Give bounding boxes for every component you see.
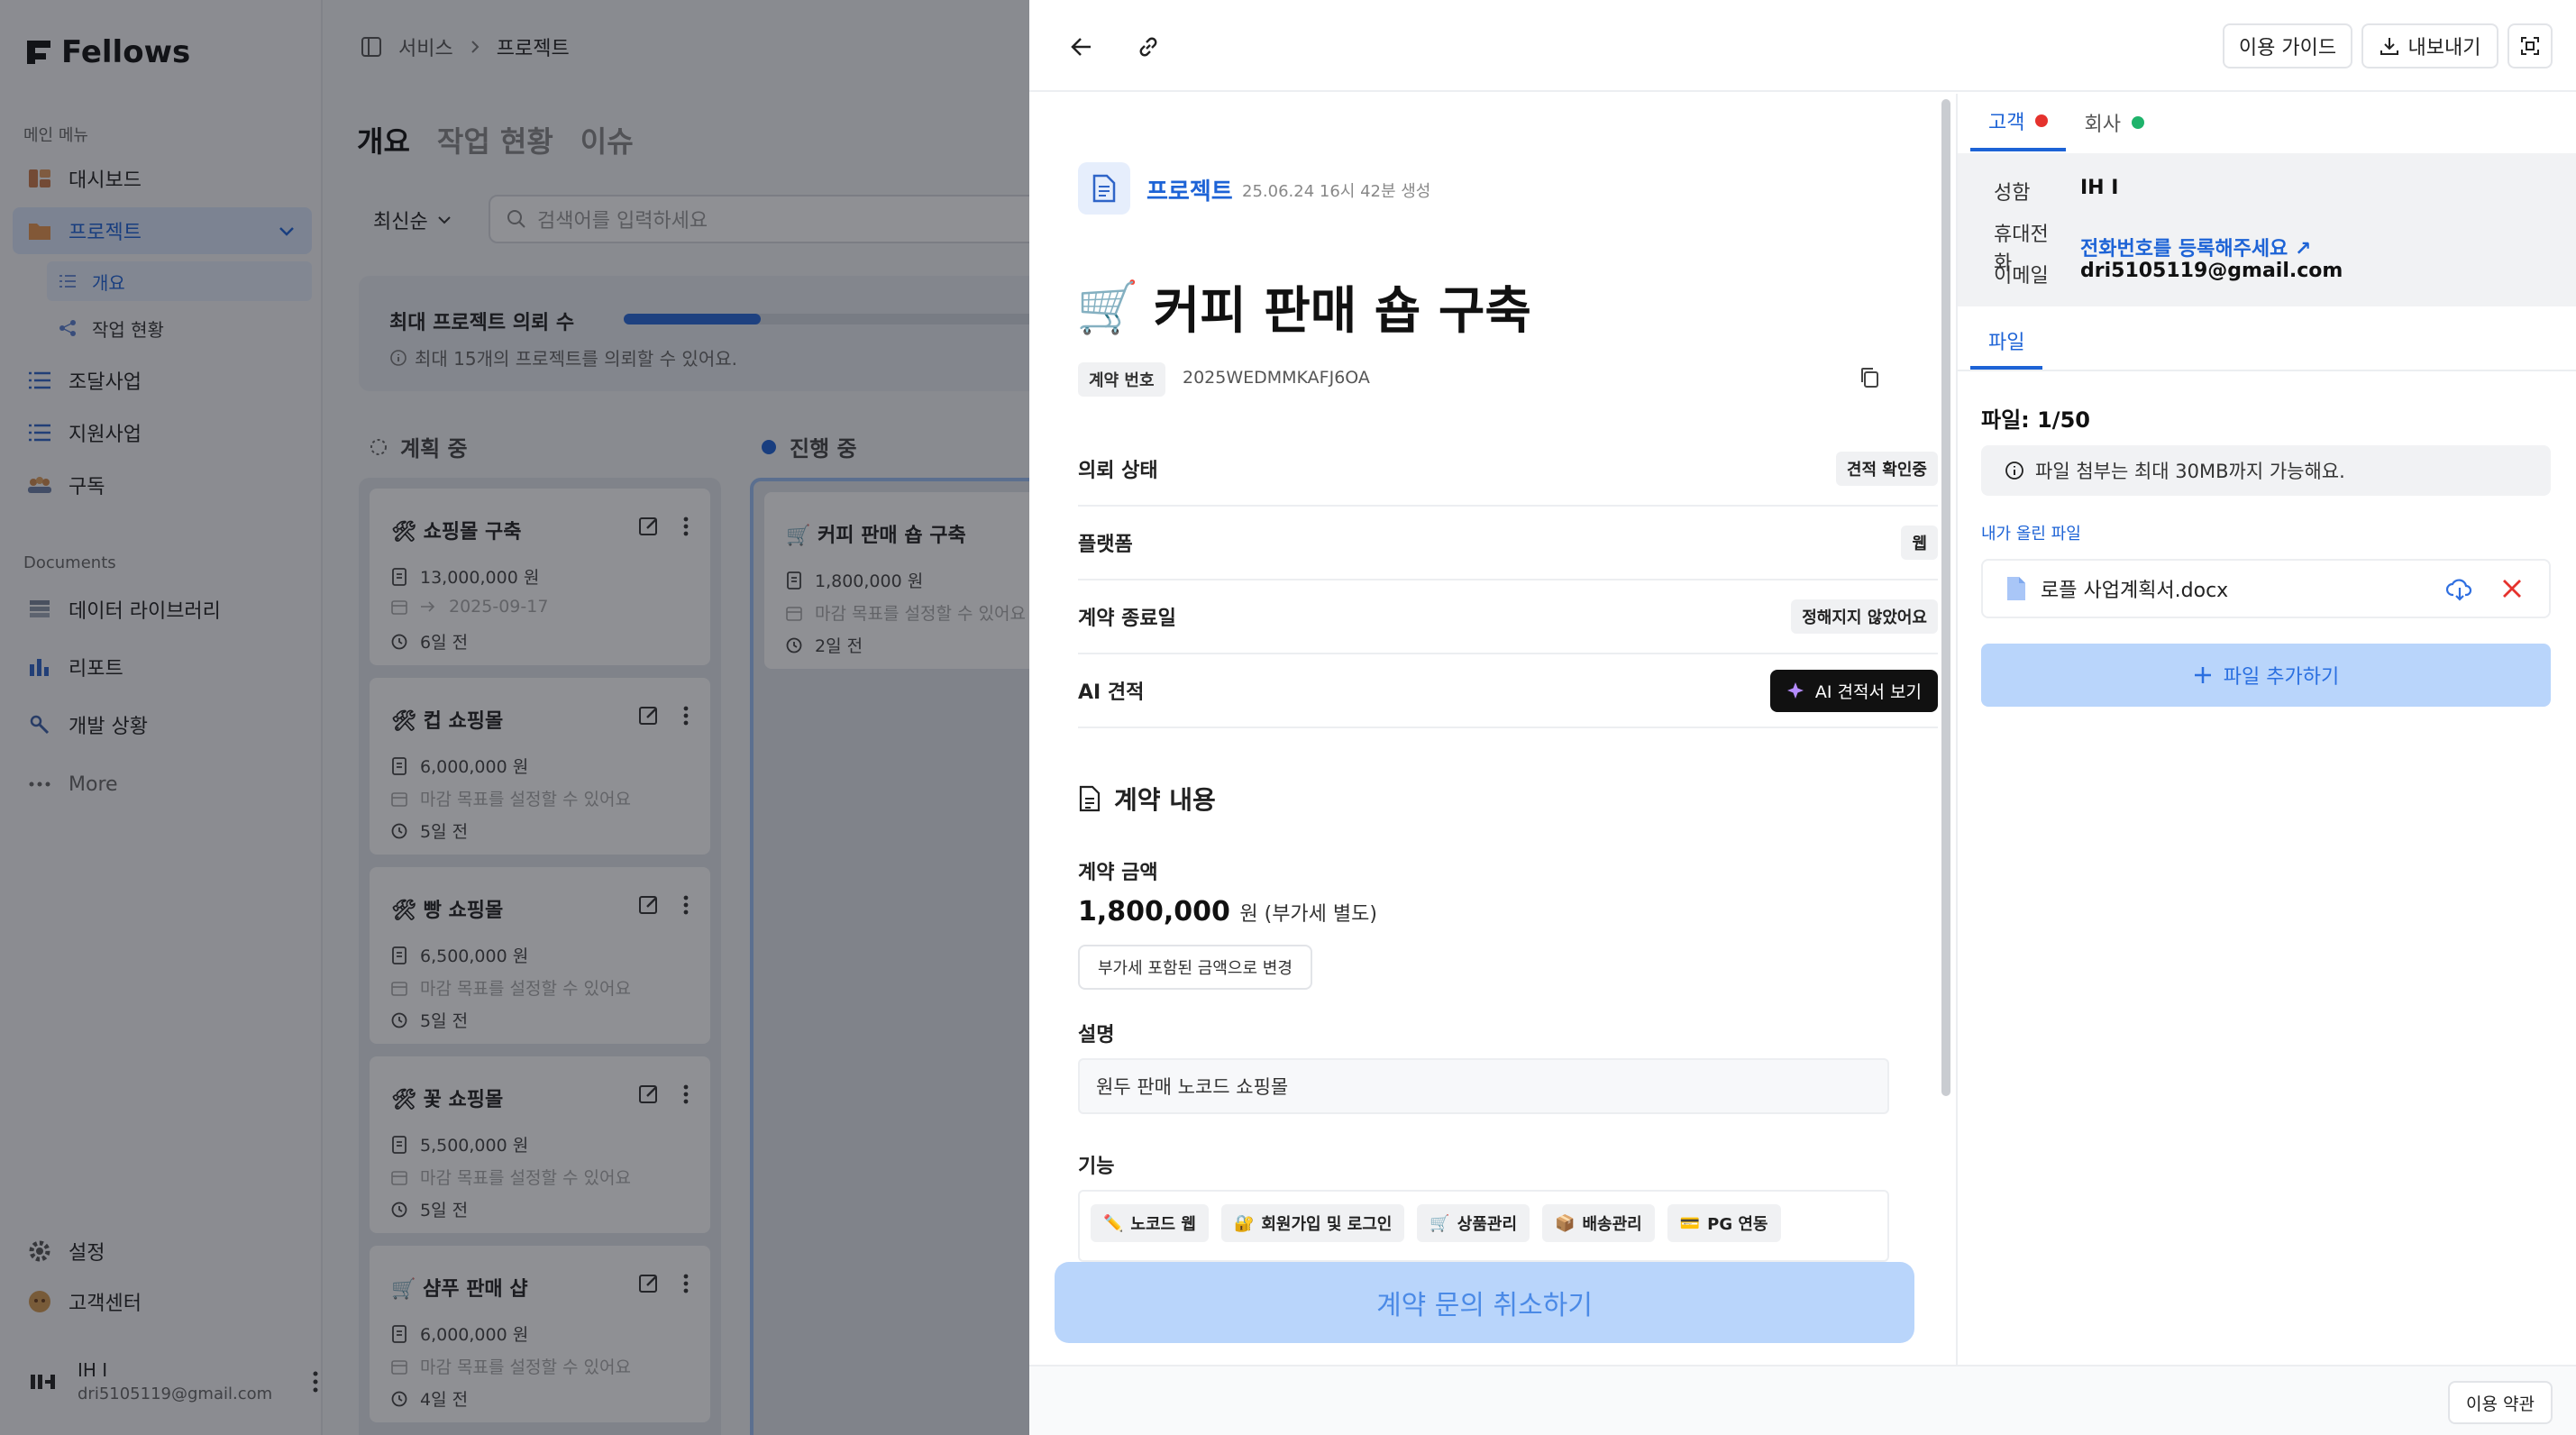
status-dot (2035, 114, 2049, 127)
platform-badge: 웹 (1901, 526, 1938, 560)
ai-estimate-button[interactable]: AI 견적서 보기 (1769, 669, 1938, 712)
property-row-ai-estimate: AI 견적 AI 견적서 보기 (1078, 654, 1938, 728)
project-detail-drawer: 이용 가이드 내보내기 프로젝트 25.06.24 16시 42분 생성 🛒 커… (1029, 0, 2576, 1435)
features-label: 기능 (1078, 1156, 1115, 1178)
amount-value: 1,800,000 (1078, 896, 1230, 928)
tab-files[interactable]: 파일 (1970, 315, 2043, 370)
add-file-button[interactable]: 파일 추가하기 (1981, 644, 2551, 707)
ai-estimate-label: AI 견적서 보기 (1814, 681, 1922, 702)
amount-unit: 원 (부가세 별도) (1239, 903, 1377, 926)
feature-label: PG 연동 (1707, 1215, 1768, 1234)
export-button[interactable]: 내보내기 (2361, 23, 2498, 69)
fullscreen-button[interactable] (2507, 23, 2553, 69)
feature-chip: ✏️ 노코드 웹 (1091, 1204, 1209, 1242)
feature-label: 노코드 웹 (1130, 1215, 1196, 1234)
tab-company[interactable]: 회사 (2066, 94, 2161, 151)
feature-icon: 📦 (1555, 1213, 1576, 1233)
amount-label: 계약 금액 (1078, 862, 1158, 884)
client-name: IH I (2080, 177, 2119, 199)
feature-icon: 🛒 (1430, 1213, 1450, 1233)
client-email: dri5105119@gmail.com (2080, 260, 2343, 282)
property-key: 플랫폼 (1078, 534, 1133, 556)
features-list: ✏️ 노코드 웹 🔐 회원가입 및 로그인 🛒 상품관리 📦 배송관리 💳 PG 연동 (1078, 1190, 1889, 1262)
project-detail-panel: 프로젝트 25.06.24 16시 42분 생성 🛒 커피 판매 숍 구축 계약… (1029, 94, 1940, 1365)
close-icon[interactable] (2500, 577, 2524, 600)
file-note-text: 파일 첨부는 최대 30MB까지 가능해요. (2035, 461, 2345, 482)
client-panel: 고객 회사 성함 IH I 휴대전화 전화번호를 등록해주세요 ↗ 이메일 dri51… (1958, 94, 2576, 1365)
description-label: 설명 (1078, 1024, 1115, 1047)
created-date: 25.06.24 16시 42분 생성 (1242, 182, 1431, 201)
info-row-email: 이메일 dri5105119@gmail.com (1994, 260, 2343, 288)
info-key: 성함 (1994, 182, 2031, 205)
feature-chip: 📦 배송관리 (1542, 1204, 1655, 1242)
status-badge: 견적 확인중 (1835, 452, 1938, 486)
description-text: 원두 판매 노코드 쇼핑몰 (1096, 1076, 1289, 1098)
drawer-topbar: 이용 가이드 내보내기 (1029, 0, 2576, 92)
client-info: 성함 IH I 휴대전화 전화번호를 등록해주세요 ↗ 이메일 dri5105119@… (1958, 153, 2576, 306)
contract-number-label: 계약 번호 (1078, 362, 1165, 397)
terms-button[interactable]: 이용 약관 (2448, 1381, 2553, 1424)
info-row-name: 성함 IH I (1994, 177, 2118, 206)
file-actions (2446, 577, 2524, 602)
tab-client[interactable]: 고객 (1970, 94, 2067, 151)
link-icon[interactable] (1132, 31, 1165, 63)
add-file-label: 파일 추가하기 (2223, 666, 2340, 689)
sparkle-icon (1786, 682, 1804, 699)
feature-label: 배송관리 (1582, 1215, 1642, 1234)
plus-icon (2194, 667, 2211, 683)
end-date-badge[interactable]: 정해지지 않았어요 (1791, 599, 1938, 634)
file-icon (2007, 577, 2025, 600)
feature-icon: ✏️ (1103, 1213, 1124, 1233)
cancel-inquiry-button[interactable]: 계약 문의 취소하기 (1055, 1262, 1914, 1343)
vat-toggle-button[interactable]: 부가세 포함된 금액으로 변경 (1078, 945, 1312, 990)
cart-icon: 🛒 (1076, 278, 1139, 337)
info-icon (2005, 462, 2023, 480)
my-files-label: 내가 올린 파일 (1981, 525, 2081, 544)
guide-button[interactable]: 이용 가이드 (2223, 23, 2352, 69)
export-label: 내보내기 (2407, 37, 2481, 59)
description-field: 원두 판매 노코드 쇼핑몰 (1078, 1058, 1889, 1114)
file-name: 로플 사업계획서.docx (2041, 580, 2229, 602)
project-link[interactable]: 프로젝트 (1146, 173, 1233, 206)
file-size-notice: 파일 첨부는 최대 30MB까지 가능해요. (1981, 445, 2551, 496)
copy-icon[interactable] (1859, 366, 1880, 389)
feature-label: 회원가입 및 로그인 (1261, 1215, 1393, 1234)
drawer-footer: 이용 약관 (1029, 1365, 2576, 1435)
property-key: 계약 종료일 (1078, 608, 1176, 630)
fullscreen-icon (2521, 37, 2539, 55)
status-dot (2131, 116, 2144, 129)
tab-label: 회사 (2084, 114, 2121, 136)
document-icon (1078, 162, 1130, 215)
feature-chip: 🔐 회원가입 및 로그인 (1220, 1204, 1405, 1242)
divider (1958, 370, 2576, 371)
file-item[interactable]: 로플 사업계획서.docx (1981, 559, 2551, 618)
feature-icon: 🔐 (1233, 1213, 1255, 1233)
download-icon (2380, 38, 2398, 55)
title-text: 커피 판매 숍 구축 (1153, 282, 1531, 341)
property-key: 의뢰 상태 (1078, 460, 1158, 482)
section-title-text: 계약 내용 (1114, 785, 1216, 815)
file-count: 파일: 1/50 (1981, 407, 2090, 433)
info-key: 이메일 (1994, 265, 2049, 288)
client-tabs: 고객 회사 (1970, 94, 2162, 151)
cloud-download-icon[interactable] (2446, 577, 2473, 602)
scrollbar[interactable] (1941, 99, 1950, 1096)
back-icon[interactable] (1065, 31, 1098, 63)
contract-number: 2025WEDMMKAFJ6OA (1183, 368, 1370, 388)
feature-label: 상품관리 (1457, 1215, 1518, 1234)
property-key: AI 견적 (1078, 681, 1145, 704)
property-row-status: 의뢰 상태 견적 확인중 (1078, 433, 1938, 507)
contract-amount: 1,800,000 원 (부가세 별도) (1078, 896, 1377, 928)
project-title: 🛒 커피 판매 숍 구축 (1076, 270, 1531, 343)
property-row-platform: 플랫폼 웹 (1078, 507, 1938, 580)
feature-chip: 🛒 상품관리 (1417, 1204, 1530, 1242)
property-row-end-date: 계약 종료일 정해지지 않았어요 (1078, 580, 1938, 654)
document-icon (1079, 785, 1101, 812)
contract-section-title: 계약 내용 (1078, 781, 1216, 817)
modal-overlay[interactable] (0, 0, 1029, 1435)
guide-label: 이용 가이드 (2238, 37, 2337, 59)
feature-icon: 💳 (1679, 1213, 1701, 1233)
feature-chip: 💳 PG 연동 (1667, 1204, 1781, 1242)
tab-label: 고객 (1988, 112, 2025, 134)
